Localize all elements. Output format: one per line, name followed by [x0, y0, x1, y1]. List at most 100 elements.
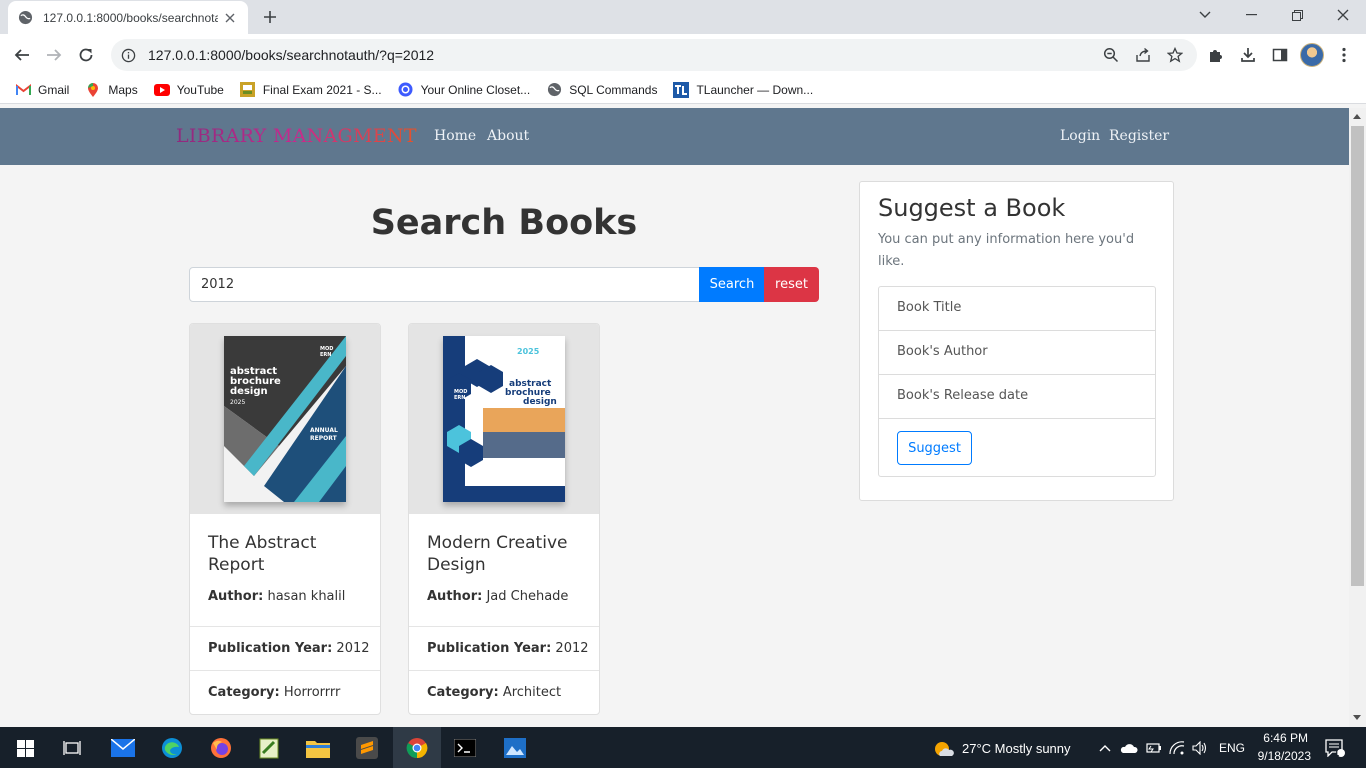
reset-button[interactable]: reset: [764, 267, 819, 302]
book-cover-area: 2025 abstract brochure design MOD ERN: [409, 324, 599, 514]
tab-search-icon[interactable]: [1182, 0, 1228, 30]
menu-kebab-icon[interactable]: [1329, 40, 1359, 70]
cover-text: ERN: [454, 395, 465, 401]
gmail-icon: [15, 82, 31, 98]
file-explorer-icon[interactable]: [303, 733, 333, 763]
reload-button[interactable]: [71, 40, 101, 70]
sublime-text-icon[interactable]: [352, 733, 382, 763]
browser-tab[interactable]: 127.0.0.1:8000/books/searchnotauth/?q=20…: [8, 1, 248, 34]
divider: [409, 626, 599, 627]
profile-avatar[interactable]: [1300, 43, 1324, 67]
cover-text: 2025: [230, 399, 245, 406]
page-title: Search Books: [370, 203, 638, 243]
clock-date[interactable]: 9/18/2023: [1253, 749, 1311, 763]
firefox-icon[interactable]: [206, 733, 236, 763]
nav-login-link[interactable]: Login: [1060, 128, 1100, 144]
bookmark-maps[interactable]: Maps: [85, 82, 138, 98]
bookmark-label: SQL Commands: [569, 82, 658, 97]
bookmark-label: TLauncher — Down...: [696, 82, 814, 97]
book-category: Category: Horrorrrr: [208, 685, 341, 700]
address-bar[interactable]: 127.0.0.1:8000/books/searchnotauth/?q=20…: [111, 39, 1197, 71]
weather-sun-icon[interactable]: [928, 733, 958, 763]
edge-icon[interactable]: [157, 733, 187, 763]
info-icon[interactable]: [121, 48, 136, 63]
cover-text: design: [230, 386, 268, 397]
book-title[interactable]: The Abstract Report: [208, 532, 368, 576]
forward-button[interactable]: [39, 40, 69, 70]
globe-icon: [546, 82, 562, 98]
globe-icon: [18, 10, 33, 25]
book-card[interactable]: 2025 abstract brochure design MOD ERN Mo…: [408, 323, 600, 715]
suggest-title: Suggest a Book: [878, 194, 1066, 222]
book-author: Author: Jad Chehade: [427, 589, 569, 604]
book-year: Publication Year: 2012: [427, 641, 589, 656]
new-tab-button[interactable]: [258, 6, 282, 28]
suggest-button[interactable]: Suggest: [897, 431, 972, 465]
scroll-up-arrow-icon[interactable]: [1353, 114, 1361, 119]
windows-start-icon[interactable]: [10, 733, 40, 763]
divider: [409, 670, 599, 671]
scroll-down-arrow-icon[interactable]: [1353, 715, 1361, 720]
bookmark-final-exam[interactable]: Final Exam 2021 - S...: [240, 82, 382, 98]
notepad-plus-icon[interactable]: [254, 733, 284, 763]
book-author-field[interactable]: Book's Author: [879, 331, 1155, 375]
volume-icon[interactable]: [1185, 733, 1215, 763]
task-view-icon[interactable]: [57, 733, 87, 763]
book-release-date-field[interactable]: Book's Release date: [879, 375, 1155, 419]
bookmark-tlauncher[interactable]: TLauncher — Down...: [673, 81, 814, 98]
close-window-button[interactable]: [1320, 0, 1366, 30]
doc-icon: [240, 82, 256, 98]
search-input[interactable]: [189, 267, 700, 302]
url-text: 127.0.0.1:8000/books/searchnotauth/?q=20…: [148, 47, 435, 63]
book-author: Author: hasan khalil: [208, 589, 346, 604]
tl-icon: [673, 81, 690, 98]
close-tab-icon[interactable]: [222, 10, 238, 26]
cover-text: ANNUAL: [310, 427, 338, 434]
weather-text[interactable]: 27°C Mostly sunny: [962, 741, 1071, 756]
side-panel-icon[interactable]: [1265, 40, 1295, 70]
cover-text: 2025: [517, 347, 540, 356]
photos-icon[interactable]: [500, 733, 530, 763]
bookmark-label: YouTube: [176, 82, 224, 97]
cover-text: REPORT: [310, 435, 338, 442]
extensions-icon[interactable]: [1201, 40, 1231, 70]
site-brand[interactable]: LIBRARY MANAGMENT: [176, 125, 417, 147]
minimize-button[interactable]: [1228, 0, 1274, 30]
search-button[interactable]: Search: [699, 267, 765, 302]
divider: [190, 670, 380, 671]
nav-home-link[interactable]: Home: [434, 128, 476, 144]
scrollbar-thumb[interactable]: [1351, 126, 1364, 586]
bookmark-gmail[interactable]: Gmail: [15, 82, 69, 98]
bookmark-label: Final Exam 2021 - S...: [262, 82, 382, 97]
cover-text: design: [523, 397, 557, 407]
bookmark-star-icon[interactable]: [1163, 43, 1187, 67]
terminal-icon[interactable]: [450, 733, 480, 763]
language-indicator[interactable]: ENG: [1219, 741, 1245, 755]
share-icon[interactable]: [1131, 43, 1155, 67]
book-title-field[interactable]: Book Title: [879, 287, 1155, 331]
restore-button[interactable]: [1274, 0, 1320, 30]
bookmark-label: Your Online Closet...: [420, 82, 531, 97]
cover-text: ERN: [320, 352, 331, 358]
download-icon[interactable]: [1233, 40, 1263, 70]
bookmark-sql-commands[interactable]: SQL Commands: [546, 82, 657, 98]
site-navbar: LIBRARY MANAGMENT Home About Login Regis…: [0, 108, 1349, 165]
clock-time[interactable]: 6:46 PM: [1260, 731, 1308, 745]
mail-icon[interactable]: [108, 733, 138, 763]
book-title[interactable]: Modern Creative Design: [427, 532, 587, 576]
book-cover-image: 2025 abstract brochure design MOD ERN: [443, 336, 565, 502]
bookmarks-bar: Gmail Maps YouTube Final Exam 2021 - S..…: [0, 76, 1366, 104]
chrome-icon[interactable]: [402, 733, 432, 763]
zoom-icon[interactable]: [1099, 43, 1123, 67]
book-card[interactable]: abstract brochure design 2025 ANNUAL REP…: [189, 323, 381, 715]
bookmark-youtube[interactable]: YouTube: [153, 82, 224, 98]
youtube-icon: [153, 82, 170, 98]
nav-about-link[interactable]: About: [487, 128, 529, 144]
bookmark-online-closet[interactable]: Your Online Closet...: [398, 82, 531, 98]
back-button[interactable]: [7, 40, 37, 70]
book-category: Category: Architect: [427, 685, 562, 700]
closet-icon: [398, 82, 414, 98]
tab-title: 127.0.0.1:8000/books/searchnotauth/?q=20…: [43, 10, 218, 25]
nav-register-link[interactable]: Register: [1109, 128, 1169, 144]
page-scrollbar[interactable]: [1349, 108, 1366, 727]
